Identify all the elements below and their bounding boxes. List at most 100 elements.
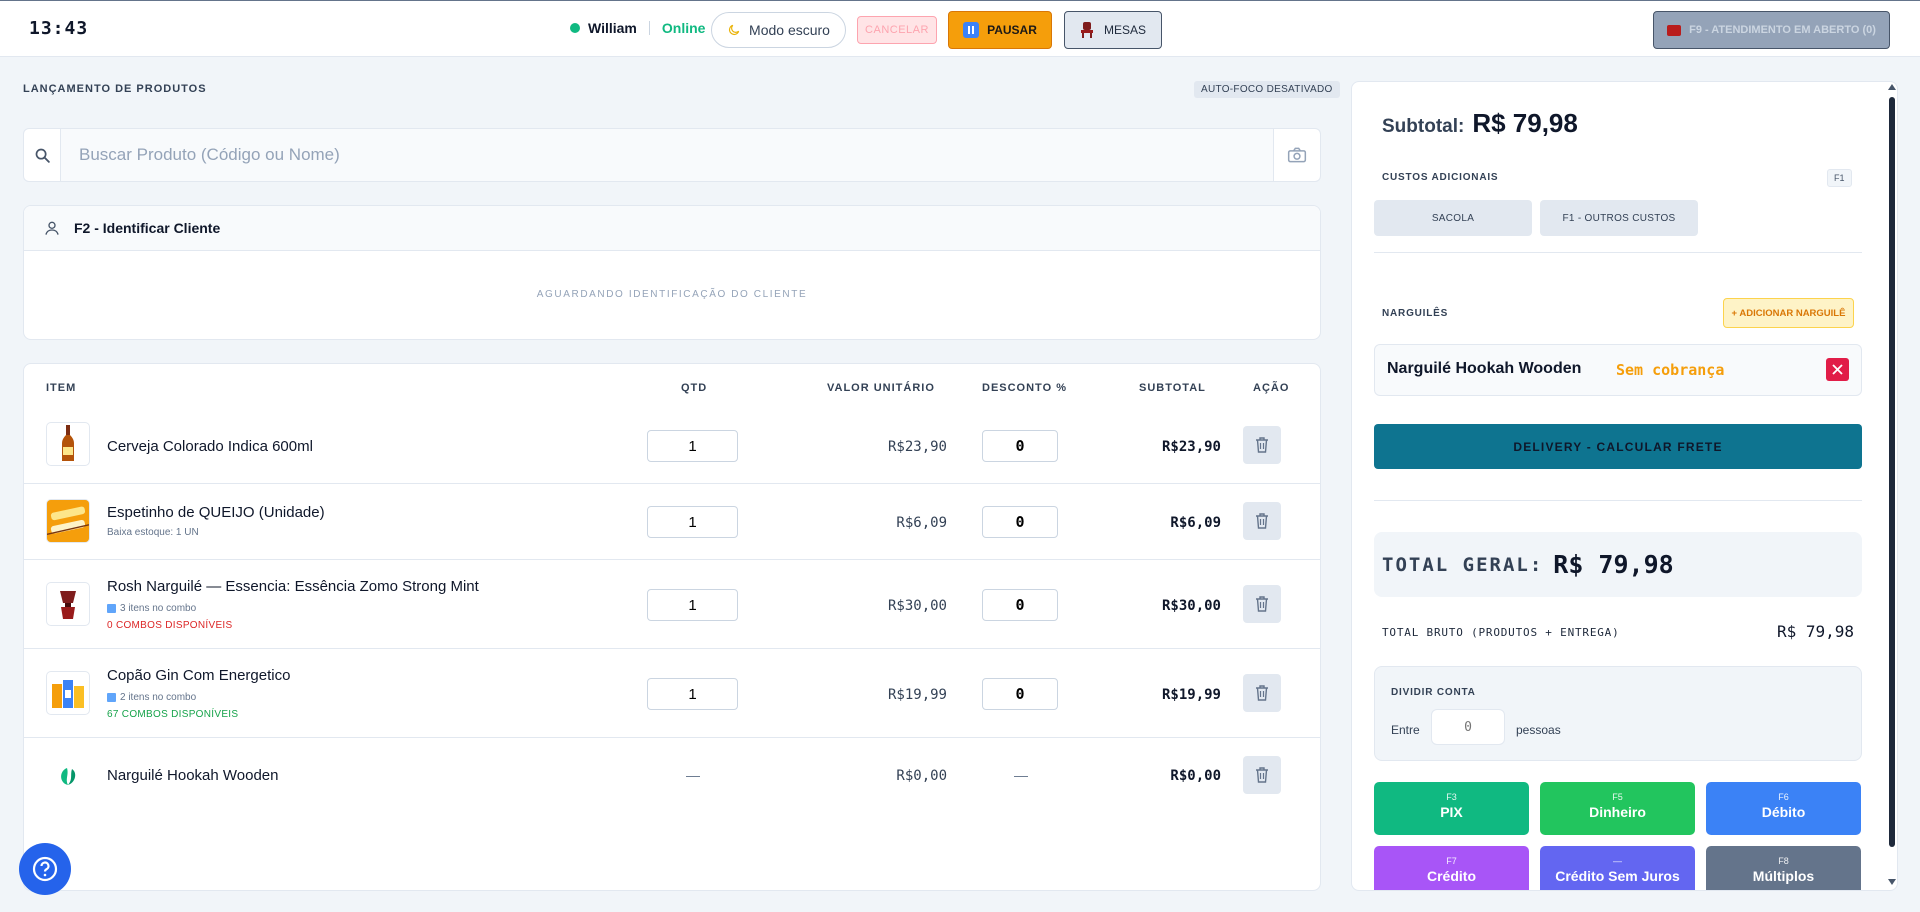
combos-available: 0 COMBOS DISPONÍVEIS <box>107 620 233 631</box>
pix-label: PIX <box>1440 804 1463 820</box>
user-icon <box>45 221 59 235</box>
combo-icon <box>107 604 116 613</box>
product-name: Cerveja Colorado Indica 600ml <box>107 438 313 455</box>
trash-icon[interactable] <box>1243 674 1281 712</box>
discount-empty: — <box>1014 767 1028 783</box>
row-subtotal: R$0,00 <box>1170 768 1221 784</box>
discount-input[interactable] <box>982 678 1058 710</box>
trash-icon[interactable] <box>1243 756 1281 794</box>
combos-available: 67 COMBOS DISPONÍVEIS <box>107 709 239 720</box>
product-name: Espetinho de QUEIJO (Unidade) <box>107 504 325 521</box>
discount-input[interactable] <box>982 589 1058 621</box>
briefcase-icon <box>1667 24 1682 36</box>
unit-price: R$23,90 <box>887 439 947 455</box>
delivery-button[interactable]: DELIVERY - CALCULAR FRETE <box>1374 424 1862 469</box>
identify-client-button[interactable]: F2 - Identificar Cliente <box>24 206 1320 251</box>
cash-key: F5 <box>1612 792 1623 802</box>
total-value: R$ 79,98 <box>1553 550 1674 579</box>
col-discount: DESCONTO % <box>982 382 1067 394</box>
online-dot-icon <box>570 23 580 33</box>
split-people-input[interactable] <box>1431 709 1505 745</box>
debit-button[interactable]: F6 Débito <box>1706 782 1861 835</box>
search-icon <box>24 147 60 164</box>
bag-button[interactable]: SACOLA <box>1374 200 1532 236</box>
online-label: Online <box>661 20 706 36</box>
section-title: LANÇAMENTO DE PRODUTOS <box>23 83 207 95</box>
col-item: ITEM <box>46 382 77 394</box>
stock-warning: Baixa estoque: 1 UN <box>107 527 199 538</box>
pix-key: F3 <box>1446 792 1457 802</box>
subtotal: Subtotal: R$ 79,98 <box>1382 108 1578 139</box>
col-subtotal: SUBTOTAL <box>1139 382 1206 394</box>
unit-price: R$19,99 <box>887 687 947 703</box>
multiple-button[interactable]: F8 Múltiplos <box>1706 846 1861 890</box>
quantity-input[interactable] <box>647 678 738 710</box>
add-hookah-button[interactable]: + ADICIONAR NARGUILÊ <box>1723 298 1854 328</box>
col-qty: QTD <box>681 382 708 394</box>
help-button[interactable] <box>19 843 71 895</box>
cheese-skewer-icon <box>46 499 90 543</box>
camera-icon[interactable] <box>1274 146 1320 164</box>
table-row: Narguilé Hookah Wooden — R$0,00 — R$0,00 <box>24 738 1320 814</box>
quantity-empty: — <box>686 767 700 783</box>
hookahs-label: NARGUILÊS <box>1382 308 1449 319</box>
close-icon[interactable] <box>1826 358 1849 381</box>
trash-icon[interactable] <box>1243 502 1281 540</box>
discount-input[interactable] <box>982 430 1058 462</box>
credit-button[interactable]: F7 Crédito <box>1374 846 1529 890</box>
credit-label: Crédito <box>1427 868 1476 884</box>
credit-no-interest-button[interactable]: — Crédito Sem Juros <box>1540 846 1695 890</box>
unit-price: R$0,00 <box>896 768 947 784</box>
tables-button[interactable]: MESAS <box>1064 11 1162 49</box>
client-panel: F2 - Identificar Cliente AGUARDANDO IDEN… <box>23 205 1321 340</box>
unit-price: R$30,00 <box>887 598 947 614</box>
split-label: DIVIDIR CONTA <box>1391 687 1476 698</box>
other-costs-button[interactable]: F1 - OUTROS CUSTOS <box>1540 200 1698 236</box>
trash-icon[interactable] <box>1243 426 1281 464</box>
autofocus-badge[interactable]: AUTO-FOCO DESATIVADO <box>1194 81 1340 98</box>
product-name: Copão Gin Com Energetico <box>107 667 291 684</box>
question-icon <box>32 856 58 882</box>
combo-icon <box>107 693 116 702</box>
multiple-key: F8 <box>1778 856 1789 866</box>
search-input[interactable] <box>60 129 1274 181</box>
cash-button[interactable]: F5 Dinheiro <box>1540 782 1695 835</box>
row-subtotal: R$6,09 <box>1170 515 1221 531</box>
scrollbar-thumb[interactable] <box>1889 97 1895 847</box>
split-bill: DIVIDIR CONTA Entre pessoas <box>1374 666 1862 761</box>
row-subtotal: R$23,90 <box>1161 439 1221 455</box>
table-row: Copão Gin Com Energetico 2 itens no comb… <box>24 649 1320 738</box>
scroll-up-icon[interactable] <box>1888 84 1896 90</box>
combo-info: 2 itens no combo <box>107 692 196 703</box>
quantity-input[interactable] <box>647 506 738 538</box>
gin-cup-icon <box>46 671 90 715</box>
split-between: Entre <box>1391 723 1420 737</box>
table-row: Rosh Narguilé — Essencia: Essência Zomo … <box>24 560 1320 649</box>
quantity-input[interactable] <box>647 589 738 621</box>
col-unit: VALOR UNITÁRIO <box>827 382 935 394</box>
pause-button[interactable]: PAUSAR <box>948 11 1052 49</box>
trash-icon[interactable] <box>1243 585 1281 623</box>
credit-no-interest-key: — <box>1613 856 1622 866</box>
pause-label: PAUSAR <box>987 23 1037 37</box>
subtotal-label: Subtotal: <box>1382 116 1465 137</box>
hookah-item-status: Sem cobrança <box>1616 361 1725 379</box>
hookah-item: Narguilé Hookah Wooden Sem cobrança <box>1374 344 1862 396</box>
discount-input[interactable] <box>982 506 1058 538</box>
debit-key: F6 <box>1778 792 1789 802</box>
split-people-label: pessoas <box>1516 723 1561 737</box>
dark-mode-toggle[interactable]: Modo escuro <box>711 12 846 48</box>
items-table: ITEM QTD VALOR UNITÁRIO DESCONTO % SUBTO… <box>23 363 1321 891</box>
quantity-input[interactable] <box>647 430 738 462</box>
pause-icon <box>963 22 980 38</box>
pix-button[interactable]: F3 PIX <box>1374 782 1529 835</box>
combo-info: 3 itens no combo <box>107 603 196 614</box>
open-orders-button[interactable]: F9 - ATENDIMENTO EM ABERTO (0) <box>1653 11 1890 49</box>
divider <box>1374 500 1862 501</box>
total-label: TOTAL GERAL: <box>1382 553 1544 576</box>
scrollbar[interactable] <box>1888 81 1896 891</box>
scroll-down-icon[interactable] <box>1888 879 1896 885</box>
user-name: William <box>588 20 637 36</box>
extra-costs-label: CUSTOS ADICIONAIS <box>1382 172 1499 183</box>
cancel-button[interactable]: CANCELAR <box>857 16 937 44</box>
